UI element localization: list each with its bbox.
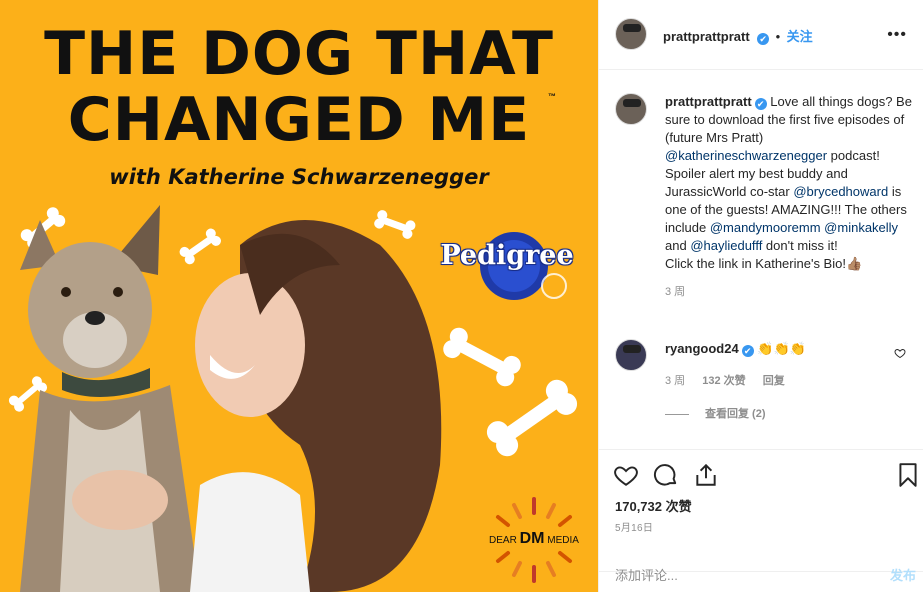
comment-username[interactable]: ryangood24: [665, 341, 739, 356]
comment-bubble-icon[interactable]: [653, 462, 679, 488]
logo-prefix: DEAR: [489, 535, 517, 546]
comment-row: ryangood24 ✔ 👏👏👏: [665, 341, 806, 357]
brand-name: Pedigree: [440, 240, 574, 271]
share-icon[interactable]: [693, 462, 719, 488]
mention-link[interactable]: @brycedhoward: [793, 184, 888, 199]
verified-badge-icon: ✔: [754, 98, 767, 110]
image-title-line2: CHANGED ME: [67, 85, 531, 155]
mention-link[interactable]: @mandymooremm: [710, 220, 821, 235]
mention-link[interactable]: @katherineschwarzenegger: [665, 148, 827, 163]
post-image[interactable]: THE DOG THAT CHANGED ME ™ with Katherine…: [0, 0, 598, 592]
add-comment-bar: 添加评论... 发布: [599, 568, 923, 592]
avatar[interactable]: [615, 339, 647, 371]
post-header: prattprattpratt ✔ • 关注 •••: [599, 0, 923, 70]
avatar[interactable]: [615, 93, 647, 125]
caption-username[interactable]: prattprattpratt: [665, 94, 752, 109]
likes-count[interactable]: 170,732 次赞: [615, 496, 692, 515]
caption-last-line: Click the link in Katherine's Bio!👍🏽: [665, 256, 863, 271]
mention-link[interactable]: @hayliedufff: [690, 238, 762, 253]
comments-list: prattprattpratt ✔ Love all things dogs? B…: [599, 71, 923, 449]
author-username[interactable]: prattprattpratt: [663, 29, 750, 44]
logo-mark: DM: [519, 530, 545, 547]
avatar[interactable]: [615, 18, 647, 50]
comment-time[interactable]: 3 周: [665, 375, 685, 387]
like-heart-icon[interactable]: [613, 462, 639, 488]
comment-input[interactable]: 添加评论...: [615, 565, 678, 584]
instagram-post: THE DOG THAT CHANGED ME ™ with Katherine…: [0, 0, 923, 592]
woman-illustration: [190, 220, 442, 592]
logo-suffix: MEDIA: [547, 535, 579, 546]
bone-icon: [486, 379, 578, 457]
caption-time[interactable]: 3 周: [665, 283, 913, 301]
post-actions: 170,732 次赞 5月16日: [599, 449, 923, 571]
caption-text: prattprattpratt ✔ Love all things dogs? B…: [665, 93, 913, 301]
verified-badge-icon: ✔: [741, 345, 754, 357]
reply-button[interactable]: 回复: [763, 375, 785, 387]
post-date: 5月16日: [615, 523, 654, 534]
comment-likes[interactable]: 132 次赞: [702, 375, 745, 387]
image-title-line1: THE DOG THAT: [44, 19, 554, 89]
more-options-icon[interactable]: •••: [887, 26, 907, 44]
mention-link[interactable]: @minkakelly: [824, 220, 898, 235]
post-sidebar: prattprattpratt ✔ • 关注 ••• prattprattpra…: [598, 0, 923, 592]
like-comment-icon[interactable]: [894, 347, 906, 359]
image-subtitle: with Katherine Schwarzenegger: [109, 165, 489, 189]
comment-text: 👏👏👏: [757, 341, 806, 356]
bookmark-icon[interactable]: [895, 462, 921, 488]
dear-media-logo: DEAR DM MEDIA: [484, 495, 584, 585]
verified-badge-icon: ✔: [757, 33, 770, 45]
follow-button[interactable]: 关注: [787, 29, 813, 44]
view-replies-button[interactable]: 查看回复 (2): [665, 405, 766, 421]
trademark: ™: [548, 92, 556, 101]
post-comment-button[interactable]: 发布: [890, 565, 916, 584]
